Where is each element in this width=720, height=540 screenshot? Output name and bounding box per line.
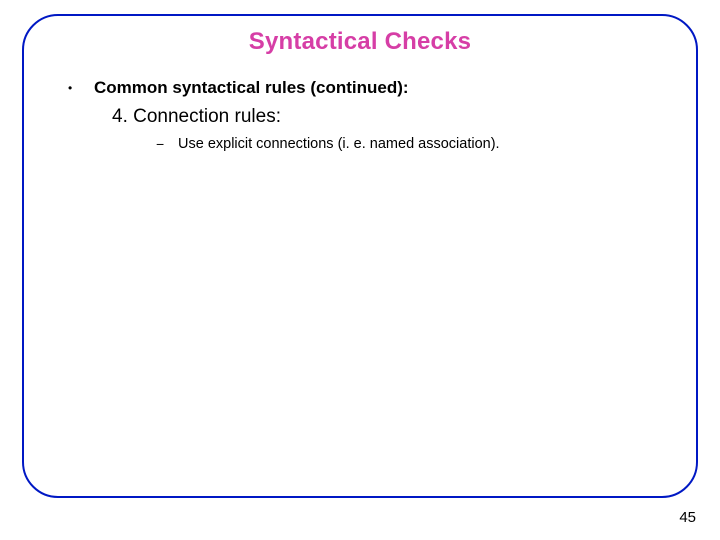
bullet-text: Common syntactical rules (continued):	[94, 78, 409, 98]
dash-text: Use explicit connections (i. e. named as…	[178, 136, 500, 152]
slide-title: Syntactical Checks	[50, 28, 670, 56]
dash-row: − Use explicit connections (i. e. named …	[156, 136, 670, 152]
bullet-row: • Common syntactical rules (continued):	[68, 78, 670, 98]
sub-heading: 4. Connection rules:	[112, 106, 670, 128]
slide: Syntactical Checks • Common syntactical …	[0, 0, 720, 540]
bullet-icon: •	[68, 81, 94, 95]
dash-icon: −	[156, 136, 178, 152]
slide-frame: Syntactical Checks • Common syntactical …	[22, 14, 698, 498]
page-number: 45	[679, 509, 696, 526]
